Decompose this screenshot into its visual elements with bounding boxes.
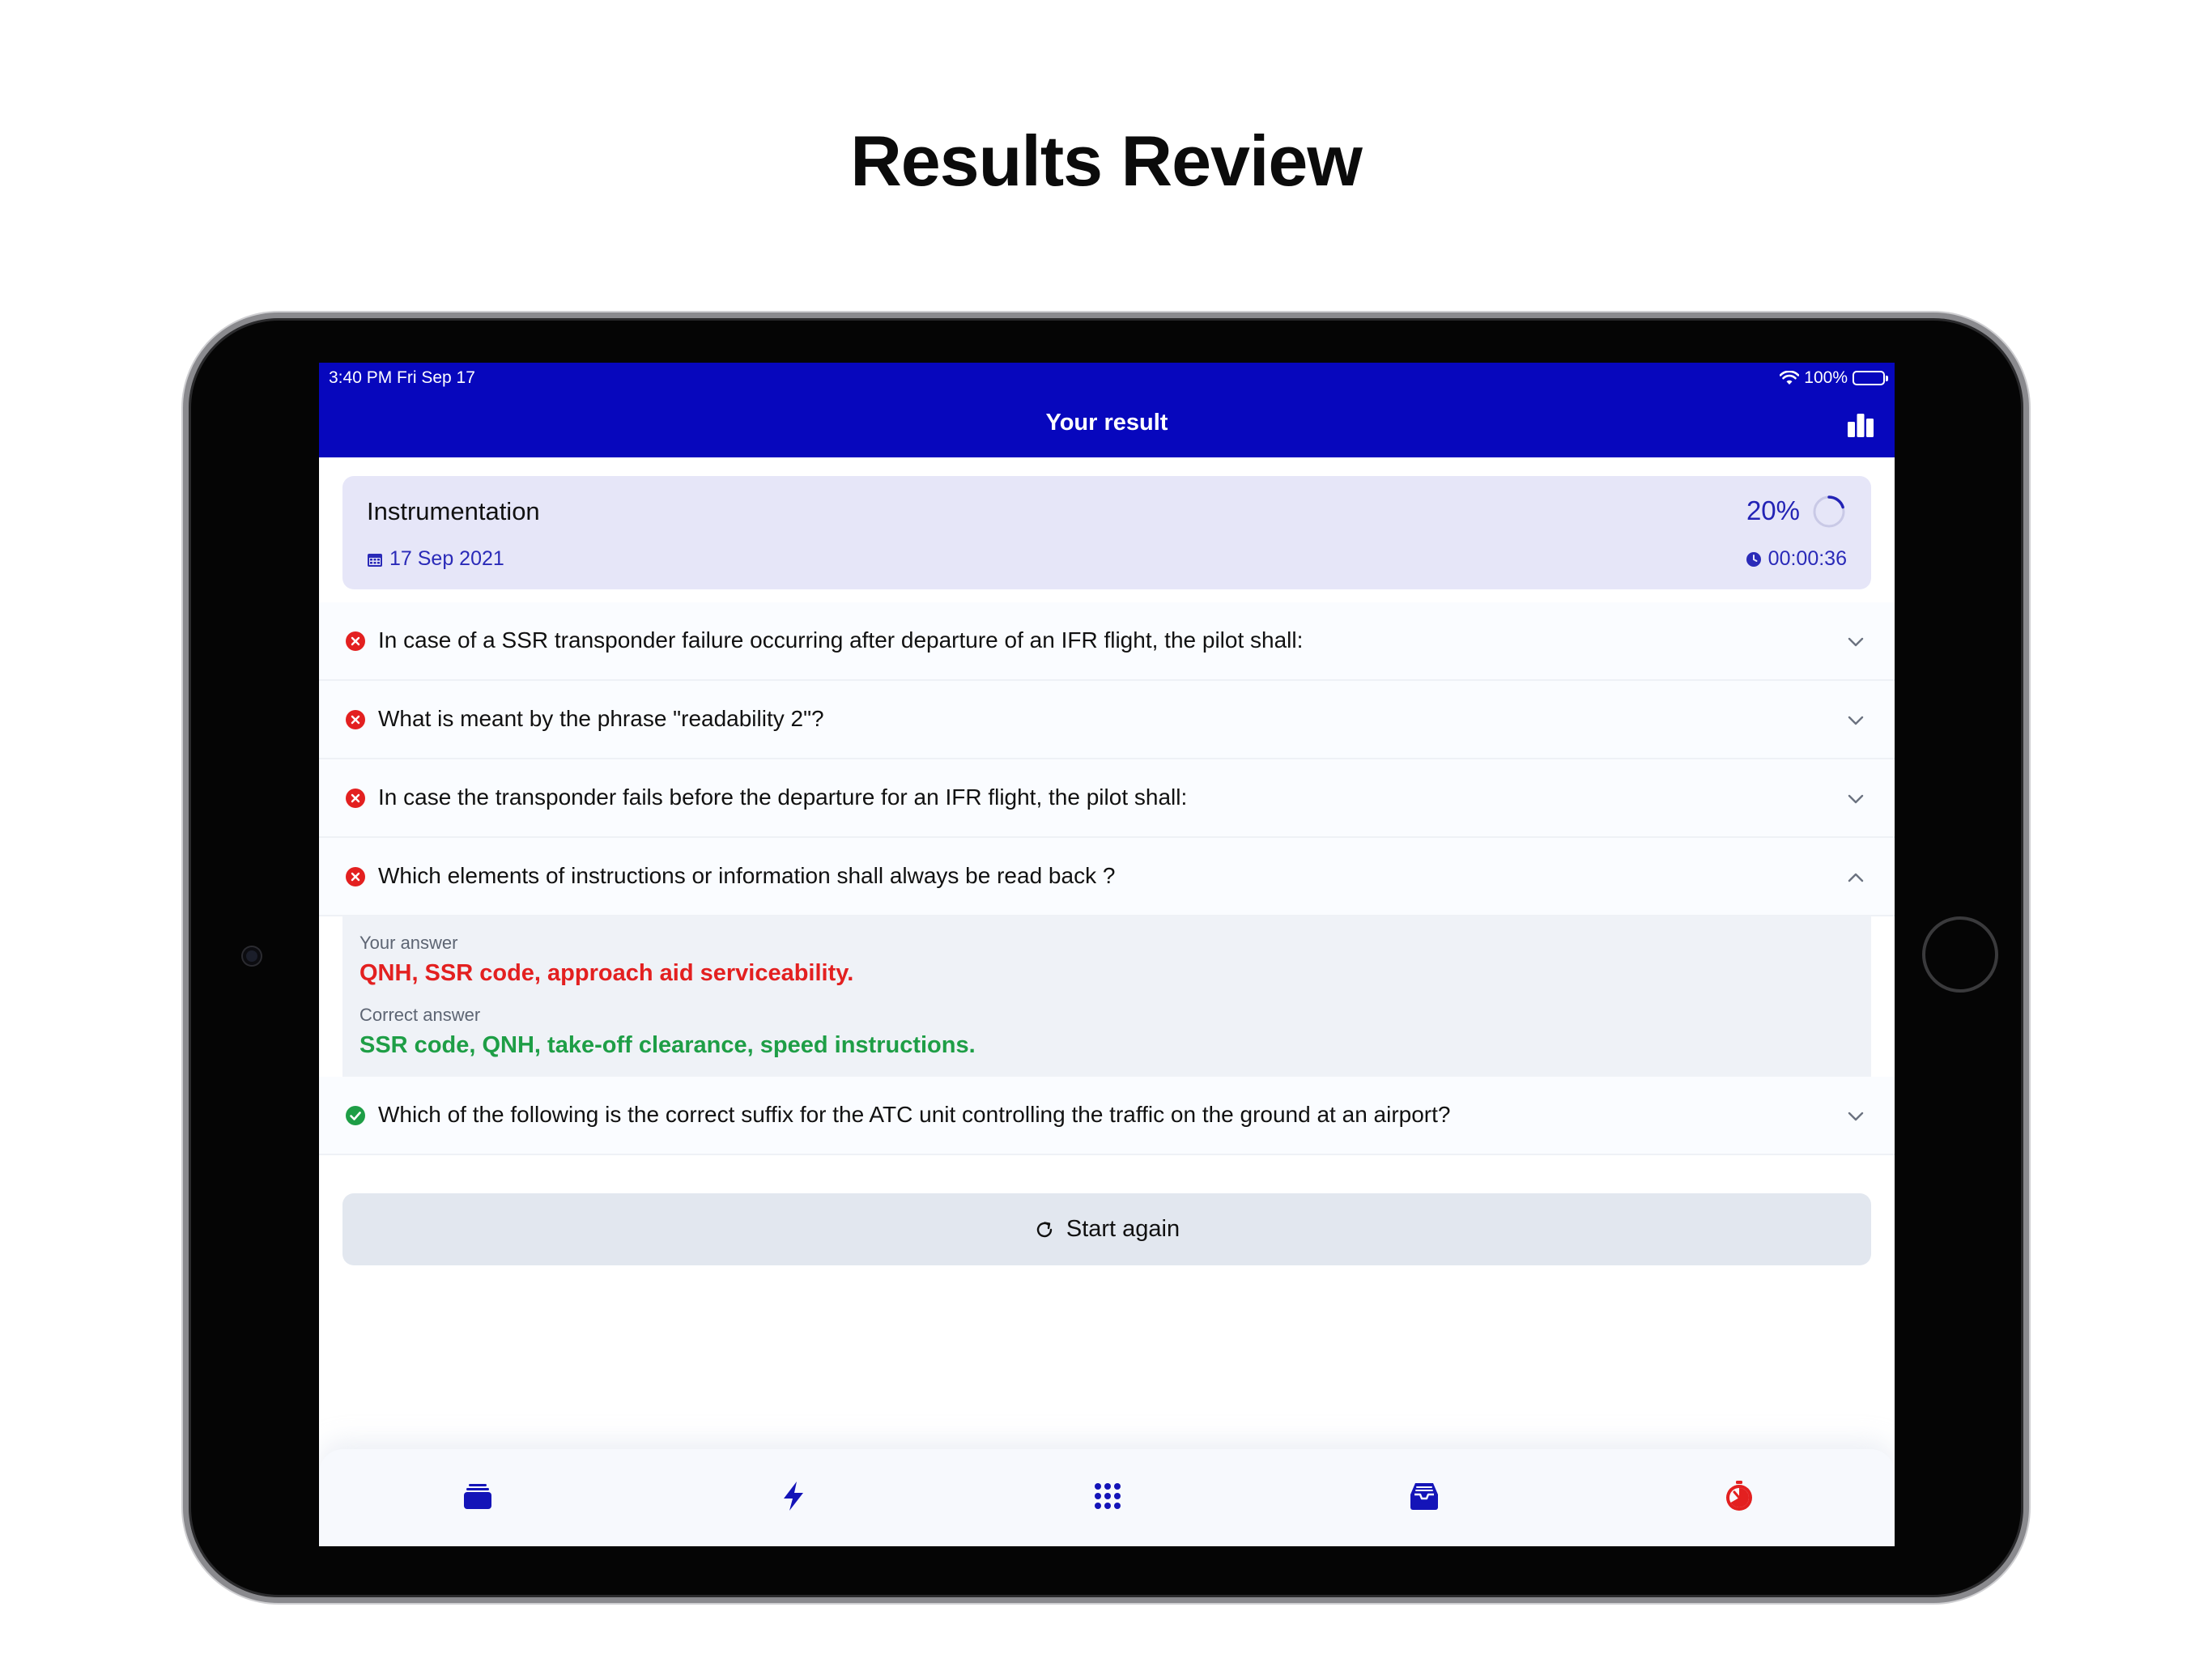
wifi-icon <box>1780 371 1800 385</box>
your-answer-text: QNH, SSR code, approach aid serviceabili… <box>359 960 854 986</box>
result-summary-card: Instrumentation 17 Sep 2021 20% 00:00:36 <box>342 476 1871 589</box>
question-row[interactable]: In case of a SSR transponder failure occ… <box>319 602 1895 681</box>
nav-title: Your result <box>1045 410 1168 436</box>
chevron-down-icon[interactable] <box>1847 1107 1865 1125</box>
incorrect-icon <box>346 867 365 886</box>
chevron-down-icon[interactable] <box>1847 633 1865 651</box>
battery-percent: 100% <box>1804 368 1848 387</box>
bar-chart-icon[interactable] <box>1847 412 1874 438</box>
chevron-down-icon[interactable] <box>1847 790 1865 808</box>
correct-answer-text: SSR code, QNH, take-off clearance, speed… <box>359 1032 976 1058</box>
clock-icon <box>1746 551 1761 567</box>
incorrect-icon <box>346 789 365 808</box>
incorrect-icon <box>346 710 365 729</box>
question-row-expanded[interactable]: Which elements of instructions or inform… <box>319 838 1895 916</box>
lightning-icon[interactable] <box>777 1480 810 1512</box>
cards-icon[interactable] <box>462 1480 494 1512</box>
score-ring <box>1813 495 1845 528</box>
question-text: Which elements of instructions or inform… <box>378 863 1116 888</box>
question-text: What is meant by the phrase "readability… <box>378 706 824 731</box>
chevron-down-icon[interactable] <box>1847 712 1865 729</box>
chevron-up-icon[interactable] <box>1847 869 1865 886</box>
correct-icon <box>346 1106 365 1125</box>
result-date-text: 17 Sep 2021 <box>389 547 504 570</box>
home-button <box>1922 916 1998 993</box>
correct-answer-label: Correct answer <box>359 1005 481 1025</box>
incorrect-icon <box>346 631 365 651</box>
page-headline: Results Review <box>850 121 1363 201</box>
front-camera <box>243 947 261 965</box>
refresh-icon <box>1036 1221 1053 1237</box>
question-text: Which of the following is the correct su… <box>378 1102 1451 1127</box>
question-row[interactable]: Which of the following is the correct su… <box>319 1077 1895 1155</box>
answer-details: Your answer QNH, SSR code, approach aid … <box>342 916 1871 1077</box>
result-date: 17 Sep 2021 <box>367 547 504 571</box>
your-answer-label: Your answer <box>359 933 458 953</box>
duration-text: 00:00:36 <box>1767 547 1847 570</box>
duration: 00:00:36 <box>1746 547 1847 571</box>
timer-icon[interactable] <box>1723 1480 1755 1512</box>
tab-bar <box>319 1449 1895 1546</box>
question-text: In case of a SSR transponder failure occ… <box>378 627 1304 653</box>
start-again-button[interactable]: Start again <box>342 1193 1871 1265</box>
question-row[interactable]: What is meant by the phrase "readability… <box>319 681 1895 759</box>
start-again-label: Start again <box>1066 1216 1180 1242</box>
question-text: In case the transponder fails before the… <box>378 784 1188 810</box>
grid-icon[interactable] <box>1091 1480 1124 1512</box>
battery-icon <box>1853 371 1888 385</box>
question-list: In case of a SSR transponder failure occ… <box>319 602 1895 1155</box>
status-right: 100% <box>1780 368 1888 388</box>
status-time: 3:40 PM Fri Sep 17 <box>329 368 475 387</box>
app-screen: 3:40 PM Fri Sep 17 100% Your result Inst… <box>319 363 1895 1546</box>
calendar-icon <box>368 553 382 567</box>
question-row[interactable]: In case the transponder fails before the… <box>319 759 1895 838</box>
header-bar: 3:40 PM Fri Sep 17 100% Your result <box>319 363 1895 457</box>
subject-title: Instrumentation <box>367 497 540 525</box>
status-bar: 3:40 PM Fri Sep 17 100% <box>329 368 1888 393</box>
inbox-icon[interactable] <box>1408 1480 1440 1512</box>
score-percent: 20% <box>1746 495 1800 525</box>
